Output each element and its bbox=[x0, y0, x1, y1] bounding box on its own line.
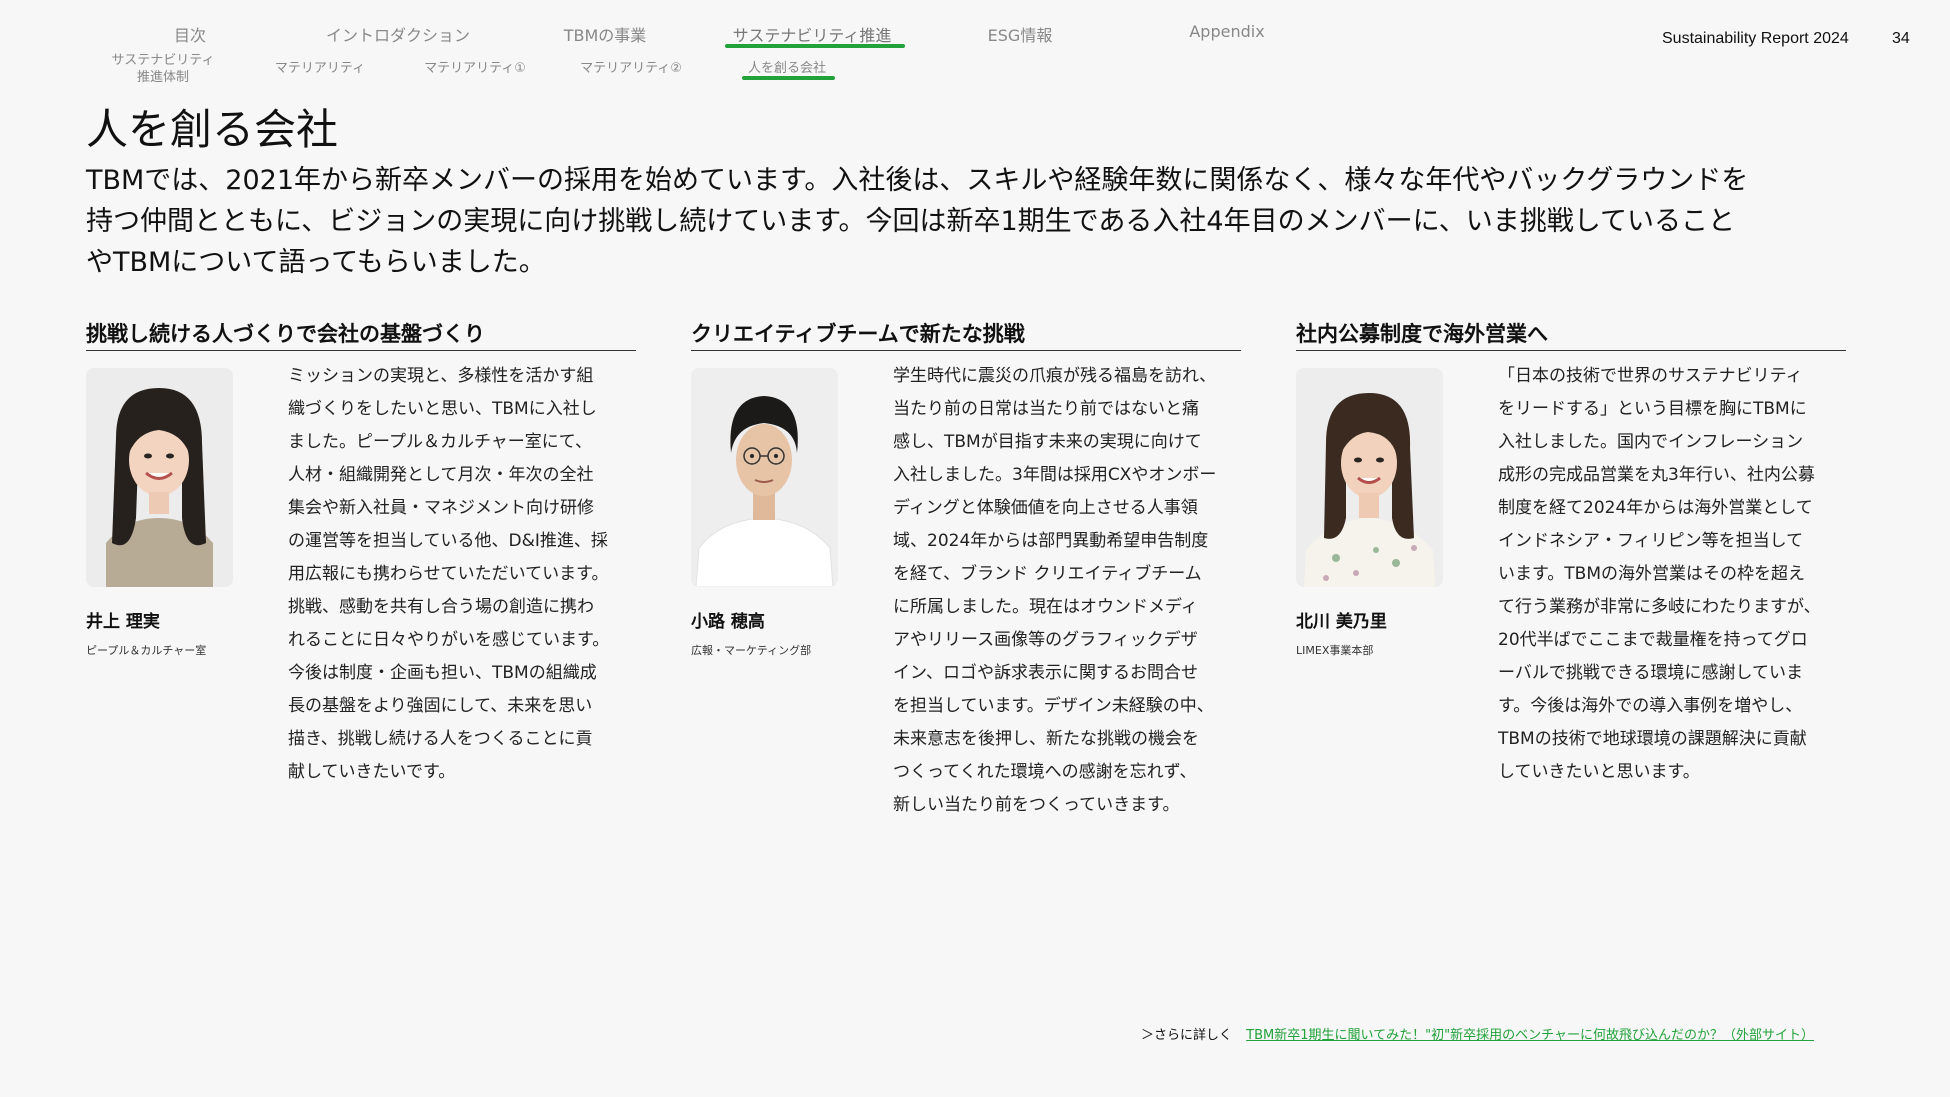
body-line: 今後は制度・企画も担い、TBMの組織成 bbox=[288, 663, 597, 683]
body-line: を経て、ブランド クリエイティブチーム bbox=[893, 564, 1202, 584]
person-name: 井上 理実 bbox=[86, 612, 160, 632]
nav-tab-sustainability[interactable]: サステナビリティ推進 bbox=[733, 22, 892, 46]
body-line: イン、ロゴや訴求表示に関するお問合せ bbox=[893, 663, 1198, 683]
person-department: LIMEX事業本部 bbox=[1296, 644, 1374, 657]
section-heading: 挑戦し続ける人づくりで会社の基盤づくり bbox=[86, 318, 636, 351]
body-line: 入社しました。3年間は採用CXやオンボー bbox=[893, 465, 1217, 485]
person-department: 広報・マーケティング部 bbox=[691, 644, 812, 657]
body-line: つくってくれた環境への感謝を忘れず、 bbox=[893, 762, 1197, 782]
body-line: 集会や新入社員・マネジメント向け研修 bbox=[288, 498, 594, 518]
body-line: 長の基盤をより強固にして、未来を思い bbox=[288, 696, 593, 716]
nav-tab-contents[interactable]: 目次 bbox=[174, 22, 206, 46]
profile-card-shoji: クリエイティブチームで新たな挑戦 小路 穂高 広報・マーケティング部 学生時代に… bbox=[691, 318, 1241, 838]
page-title: 人を創る会社 bbox=[86, 105, 339, 154]
portrait-photo bbox=[1296, 368, 1443, 587]
active-subnav-indicator bbox=[742, 76, 835, 80]
intro-line: 持つ仲間とともに、ビジョンの実現に向け挑戦し続けています。今回は新卒1期生である… bbox=[86, 206, 1735, 237]
profile-body: 「日本の技術で世界のサステナビリティ をリードする」という目標を胸にTBMに 入… bbox=[1498, 360, 1863, 789]
portrait-photo bbox=[86, 368, 233, 587]
nav-tab-tbm-business[interactable]: TBMの事業 bbox=[564, 22, 647, 46]
body-line: 未来意志を後押し、新たな挑戦の機会を bbox=[893, 729, 1199, 749]
body-line: 「日本の技術で世界のサステナビリティ bbox=[1498, 366, 1803, 386]
intro-paragraph: TBMでは、2021年から新卒メンバーの採用を始めています。入社後は、スキルや経… bbox=[86, 160, 1846, 283]
subnav-label-line2: 推進体制 bbox=[136, 70, 189, 85]
body-line: ディングと体験価値を向上させる人事領 bbox=[893, 498, 1198, 518]
body-line: 描き、挑戦し続ける人をつくることに貢 bbox=[288, 729, 593, 749]
intro-line: TBMでは、2021年から新卒メンバーの採用を始めています。入社後は、スキルや経… bbox=[86, 165, 1749, 196]
section-heading: 社内公募制度で海外営業へ bbox=[1296, 318, 1846, 351]
external-article-link[interactable]: TBM新卒1期生に聞いてみた！"初"新卒採用のベンチャーに何故飛び込んだのか？（… bbox=[1246, 1028, 1814, 1043]
body-line: 用広報にも携わらせていただいています。 bbox=[288, 564, 609, 584]
active-tab-indicator bbox=[725, 44, 905, 48]
profile-body: 学生時代に震災の爪痕が残る福島を訪れ、 当たり前の日常は当たり前ではないと痛 感… bbox=[893, 360, 1258, 822]
body-line: 学生時代に震災の爪痕が残る福島を訪れ、 bbox=[893, 366, 1217, 386]
body-line: 織づくりをしたいと思い、TBMに入社し bbox=[288, 399, 597, 419]
subnav-sustainability-structure[interactable]: サステナビリティ 推進体制 bbox=[112, 52, 215, 86]
body-line: て行う業務が非常に多岐にわたりますが、 bbox=[1498, 597, 1821, 617]
portrait-photo bbox=[691, 368, 838, 587]
nav-tab-appendix[interactable]: Appendix bbox=[1189, 22, 1264, 41]
subnav-people-company[interactable]: 人を創る会社 bbox=[748, 60, 826, 77]
subnav-materiality[interactable]: マテリアリティ bbox=[275, 60, 365, 77]
body-line: の運営等を担当している他、D&I推進、採 bbox=[288, 531, 608, 551]
body-line: ーバルで挑戦できる環境に感謝していま bbox=[1498, 663, 1803, 683]
body-line: 献していきたいです。 bbox=[288, 762, 456, 782]
profile-card-kitagawa: 社内公募制度で海外営業へ 北川 美乃里 LIMEX事業本部 「日本の技術で世界の… bbox=[1296, 318, 1846, 838]
footer-more-info: ＞さらに詳しく TBM新卒1期生に聞いてみた！"初"新卒採用のベンチャーに何故飛… bbox=[1141, 1024, 1814, 1043]
body-line: います。TBMの海外営業はその枠を超え bbox=[1498, 564, 1806, 584]
report-title: Sustainability Report 2024 bbox=[1662, 30, 1849, 47]
body-line: 入社しました。国内でインフレーション bbox=[1498, 432, 1804, 452]
body-line: す。今後は海外での導入事例を増やし、 bbox=[1498, 696, 1803, 716]
body-line: ました。ピープル＆カルチャー室にて、 bbox=[288, 432, 592, 452]
body-line: に所属しました。現在はオウンドメディ bbox=[893, 597, 1198, 617]
footer-prefix: ＞さらに詳しく bbox=[1141, 1028, 1233, 1043]
body-line: を担当しています。デザイン未経験の中、 bbox=[893, 696, 1214, 716]
body-line: ミッションの実現と、多様性を活かす組 bbox=[288, 366, 594, 386]
body-line: 感し、TBMが目指す未来の実現に向けて bbox=[893, 432, 1202, 452]
nav-tab-esg[interactable]: ESG情報 bbox=[988, 22, 1053, 46]
subnav-materiality-2[interactable]: マテリアリティ② bbox=[580, 60, 682, 77]
body-line: 新しい当たり前をつくっていきます。 bbox=[893, 795, 1180, 815]
body-line: をリードする」という目標を胸にTBMに bbox=[1498, 399, 1807, 419]
body-line: インドネシア・フィリピン等を担当して bbox=[1498, 531, 1804, 551]
body-line: アやリリース画像等のグラフィックデザ bbox=[893, 630, 1198, 650]
page-number: 34 bbox=[1892, 30, 1910, 47]
body-line: していきたいと思います。 bbox=[1498, 762, 1700, 782]
subnav-label-line1: サステナビリティ bbox=[111, 53, 215, 68]
body-line: TBMの技術で地球環境の課題解決に貢献 bbox=[1498, 729, 1807, 749]
body-line: 挑戦、感動を共有し合う場の創造に携わ bbox=[288, 597, 594, 617]
intro-line: やTBMについて語ってもらいました。 bbox=[86, 247, 546, 278]
profile-card-inoue: 挑戦し続ける人づくりで会社の基盤づくり 井上 理実 ピープル＆カルチャー室 ミッ… bbox=[86, 318, 636, 838]
person-name: 北川 美乃里 bbox=[1296, 612, 1387, 632]
subnav-materiality-1[interactable]: マテリアリティ① bbox=[424, 60, 526, 77]
nav-tab-introduction[interactable]: イントロダクション bbox=[326, 22, 470, 46]
top-navigation: 目次 イントロダクション TBMの事業 サステナビリティ推進 ESG情報 App… bbox=[0, 22, 1950, 52]
person-department: ピープル＆カルチャー室 bbox=[86, 644, 207, 657]
body-line: 当たり前の日常は当たり前ではないと痛 bbox=[893, 399, 1199, 419]
body-line: 域、2024年からは部門異動希望申告制度 bbox=[893, 531, 1209, 551]
profile-body: ミッションの実現と、多様性を活かす組 織づくりをしたいと思い、TBMに入社し ま… bbox=[288, 360, 653, 789]
body-line: れることに日々やりがいを感じています。 bbox=[288, 630, 610, 650]
body-line: 人材・組織開発として月次・年次の全社 bbox=[288, 465, 594, 485]
person-name: 小路 穂高 bbox=[691, 612, 765, 632]
section-heading: クリエイティブチームで新たな挑戦 bbox=[691, 318, 1241, 351]
body-line: 20代半ばでここまで裁量権を持ってグロ bbox=[1498, 630, 1808, 650]
body-line: 成形の完成品営業を丸3年行い、社内公募 bbox=[1498, 465, 1815, 485]
body-line: 制度を経て2024年からは海外営業として bbox=[1498, 498, 1813, 518]
